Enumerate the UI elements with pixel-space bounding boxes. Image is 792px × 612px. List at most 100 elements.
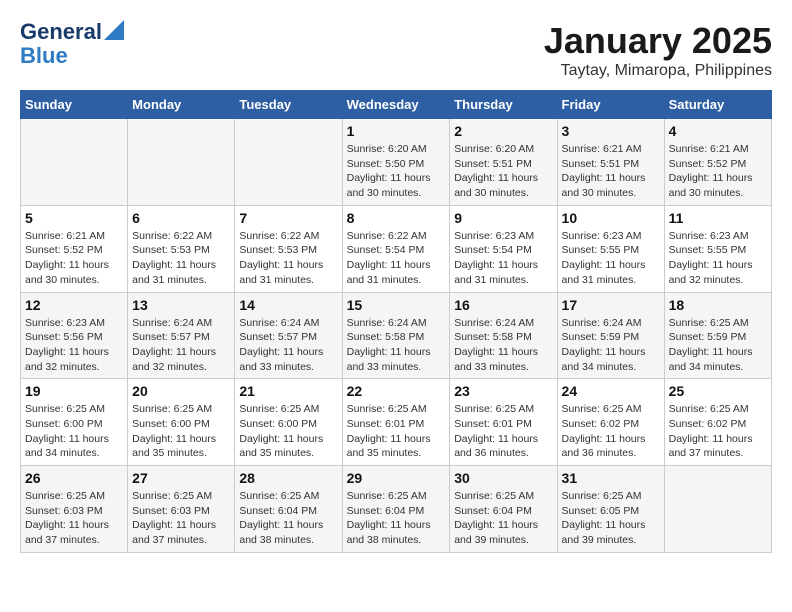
day-number: 26 (25, 470, 123, 486)
day-number: 2 (454, 123, 552, 139)
logo: General Blue (20, 20, 124, 68)
day-info: Sunrise: 6:23 AM Sunset: 5:55 PM Dayligh… (669, 229, 767, 288)
day-info: Sunrise: 6:21 AM Sunset: 5:52 PM Dayligh… (669, 142, 767, 201)
month-title: January 2025 (544, 20, 772, 62)
calendar-week-row: 26 Sunrise: 6:25 AM Sunset: 6:03 PM Dayli… (21, 466, 772, 553)
calendar-cell: 3 Sunrise: 6:21 AM Sunset: 5:51 PM Daylig… (557, 119, 664, 206)
day-number: 8 (347, 210, 446, 226)
calendar-cell: 4 Sunrise: 6:21 AM Sunset: 5:52 PM Daylig… (664, 119, 771, 206)
day-info: Sunrise: 6:25 AM Sunset: 6:05 PM Dayligh… (562, 489, 660, 548)
day-info: Sunrise: 6:24 AM Sunset: 5:57 PM Dayligh… (239, 316, 337, 375)
calendar-cell: 31 Sunrise: 6:25 AM Sunset: 6:05 PM Dayli… (557, 466, 664, 553)
day-info: Sunrise: 6:22 AM Sunset: 5:53 PM Dayligh… (239, 229, 337, 288)
calendar-cell: 14 Sunrise: 6:24 AM Sunset: 5:57 PM Dayli… (235, 292, 342, 379)
day-info: Sunrise: 6:25 AM Sunset: 5:59 PM Dayligh… (669, 316, 767, 375)
header-saturday: Saturday (664, 91, 771, 119)
logo-line2: Blue (20, 43, 68, 68)
calendar-cell: 1Sunrise: 6:20 AM Sunset: 5:50 PM Daylig… (342, 119, 450, 206)
header-sunday: Sunday (21, 91, 128, 119)
calendar-cell: 24 Sunrise: 6:25 AM Sunset: 6:02 PM Dayli… (557, 379, 664, 466)
day-number: 22 (347, 383, 446, 399)
day-number: 18 (669, 297, 767, 313)
day-info: Sunrise: 6:24 AM Sunset: 5:59 PM Dayligh… (562, 316, 660, 375)
day-number: 9 (454, 210, 552, 226)
day-info: Sunrise: 6:21 AM Sunset: 5:51 PM Dayligh… (562, 142, 660, 201)
day-info: Sunrise: 6:25 AM Sunset: 6:04 PM Dayligh… (347, 489, 446, 548)
calendar-cell (664, 466, 771, 553)
day-info: Sunrise: 6:25 AM Sunset: 6:01 PM Dayligh… (347, 402, 446, 461)
day-info: Sunrise: 6:25 AM Sunset: 6:01 PM Dayligh… (454, 402, 552, 461)
calendar-cell: 7Sunrise: 6:22 AM Sunset: 5:53 PM Daylig… (235, 205, 342, 292)
calendar-cell: 16 Sunrise: 6:24 AM Sunset: 5:58 PM Dayli… (450, 292, 557, 379)
day-number: 25 (669, 383, 767, 399)
day-number: 21 (239, 383, 337, 399)
day-info: Sunrise: 6:25 AM Sunset: 6:03 PM Dayligh… (132, 489, 230, 548)
day-number: 3 (562, 123, 660, 139)
calendar-cell: 30 Sunrise: 6:25 AM Sunset: 6:04 PM Dayli… (450, 466, 557, 553)
day-number: 5 (25, 210, 123, 226)
day-number: 12 (25, 297, 123, 313)
day-number: 16 (454, 297, 552, 313)
day-number: 23 (454, 383, 552, 399)
header-wednesday: Wednesday (342, 91, 450, 119)
calendar-cell: 20 Sunrise: 6:25 AM Sunset: 6:00 PM Dayli… (128, 379, 235, 466)
calendar-cell: 23 Sunrise: 6:25 AM Sunset: 6:01 PM Dayli… (450, 379, 557, 466)
calendar-cell: 26 Sunrise: 6:25 AM Sunset: 6:03 PM Dayli… (21, 466, 128, 553)
calendar-cell: 29 Sunrise: 6:25 AM Sunset: 6:04 PM Dayli… (342, 466, 450, 553)
calendar-cell: 21 Sunrise: 6:25 AM Sunset: 6:00 PM Dayli… (235, 379, 342, 466)
calendar-cell: 13Sunrise: 6:24 AM Sunset: 5:57 PM Dayli… (128, 292, 235, 379)
day-number: 28 (239, 470, 337, 486)
calendar-cell: 10Sunrise: 6:23 AM Sunset: 5:55 PM Dayli… (557, 205, 664, 292)
calendar-cell: 28Sunrise: 6:25 AM Sunset: 6:04 PM Dayli… (235, 466, 342, 553)
calendar-week-row: 1Sunrise: 6:20 AM Sunset: 5:50 PM Daylig… (21, 119, 772, 206)
day-number: 29 (347, 470, 446, 486)
calendar-week-row: 5Sunrise: 6:21 AM Sunset: 5:52 PM Daylig… (21, 205, 772, 292)
calendar-cell (235, 119, 342, 206)
day-number: 13 (132, 297, 230, 313)
calendar-week-row: 19 Sunrise: 6:25 AM Sunset: 6:00 PM Dayli… (21, 379, 772, 466)
day-number: 10 (562, 210, 660, 226)
day-info: Sunrise: 6:22 AM Sunset: 5:54 PM Dayligh… (347, 229, 446, 288)
day-info: Sunrise: 6:25 AM Sunset: 6:00 PM Dayligh… (132, 402, 230, 461)
day-info: Sunrise: 6:24 AM Sunset: 5:58 PM Dayligh… (454, 316, 552, 375)
day-info: Sunrise: 6:20 AM Sunset: 5:51 PM Dayligh… (454, 142, 552, 201)
day-info: Sunrise: 6:22 AM Sunset: 5:53 PM Dayligh… (132, 229, 230, 288)
page-header: General Blue January 2025 Taytay, Mimaro… (20, 20, 772, 80)
calendar-cell: 9Sunrise: 6:23 AM Sunset: 5:54 PM Daylig… (450, 205, 557, 292)
calendar-cell: 19 Sunrise: 6:25 AM Sunset: 6:00 PM Dayli… (21, 379, 128, 466)
header-tuesday: Tuesday (235, 91, 342, 119)
calendar-cell: 25Sunrise: 6:25 AM Sunset: 6:02 PM Dayli… (664, 379, 771, 466)
calendar-cell: 6Sunrise: 6:22 AM Sunset: 5:53 PM Daylig… (128, 205, 235, 292)
logo-line1: General (20, 20, 102, 44)
calendar-cell: 11Sunrise: 6:23 AM Sunset: 5:55 PM Dayli… (664, 205, 771, 292)
day-info: Sunrise: 6:25 AM Sunset: 6:02 PM Dayligh… (562, 402, 660, 461)
title-block: January 2025 Taytay, Mimaropa, Philippin… (544, 20, 772, 80)
day-number: 24 (562, 383, 660, 399)
day-info: Sunrise: 6:25 AM Sunset: 6:04 PM Dayligh… (454, 489, 552, 548)
day-number: 31 (562, 470, 660, 486)
day-info: Sunrise: 6:20 AM Sunset: 5:50 PM Dayligh… (347, 142, 446, 201)
day-info: Sunrise: 6:24 AM Sunset: 5:58 PM Dayligh… (347, 316, 446, 375)
day-number: 14 (239, 297, 337, 313)
day-info: Sunrise: 6:25 AM Sunset: 6:03 PM Dayligh… (25, 489, 123, 548)
calendar-cell: 8 Sunrise: 6:22 AM Sunset: 5:54 PM Daylig… (342, 205, 450, 292)
calendar-cell (128, 119, 235, 206)
day-info: Sunrise: 6:25 AM Sunset: 6:00 PM Dayligh… (25, 402, 123, 461)
day-number: 30 (454, 470, 552, 486)
day-number: 19 (25, 383, 123, 399)
day-number: 20 (132, 383, 230, 399)
calendar-cell: 18 Sunrise: 6:25 AM Sunset: 5:59 PM Dayli… (664, 292, 771, 379)
day-number: 15 (347, 297, 446, 313)
header-friday: Friday (557, 91, 664, 119)
calendar-cell: 17Sunrise: 6:24 AM Sunset: 5:59 PM Dayli… (557, 292, 664, 379)
calendar-header-row: SundayMondayTuesdayWednesdayThursdayFrid… (21, 91, 772, 119)
header-thursday: Thursday (450, 91, 557, 119)
calendar-cell: 27Sunrise: 6:25 AM Sunset: 6:03 PM Dayli… (128, 466, 235, 553)
logo-icon (104, 20, 124, 40)
day-info: Sunrise: 6:25 AM Sunset: 6:00 PM Dayligh… (239, 402, 337, 461)
day-info: Sunrise: 6:23 AM Sunset: 5:56 PM Dayligh… (25, 316, 123, 375)
calendar-cell: 2 Sunrise: 6:20 AM Sunset: 5:51 PM Daylig… (450, 119, 557, 206)
calendar-cell (21, 119, 128, 206)
day-number: 4 (669, 123, 767, 139)
calendar-cell: 22 Sunrise: 6:25 AM Sunset: 6:01 PM Dayli… (342, 379, 450, 466)
